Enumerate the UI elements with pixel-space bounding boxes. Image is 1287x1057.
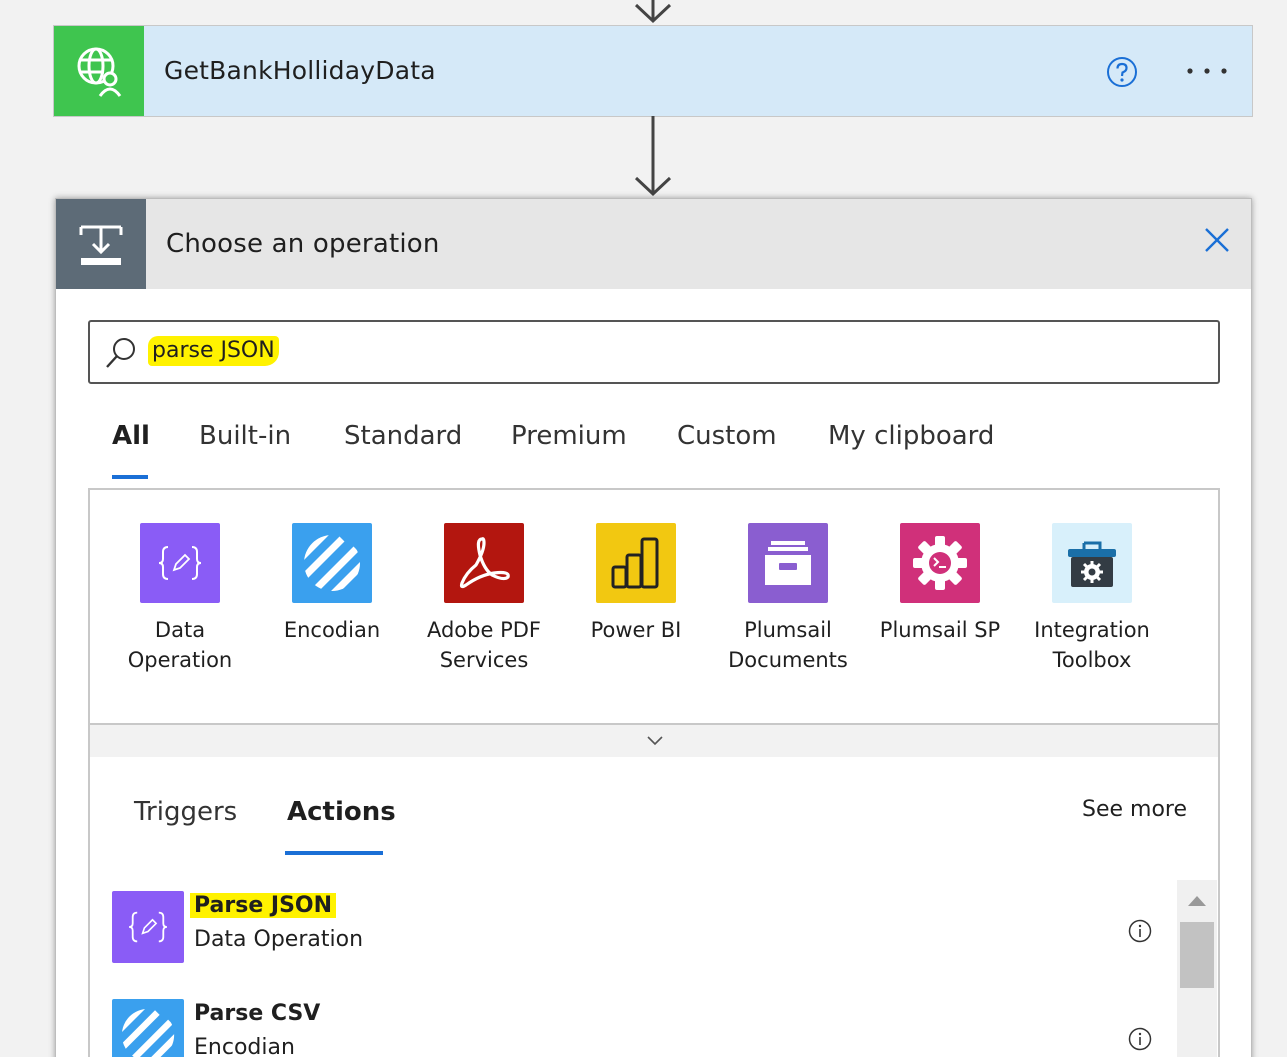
result-title: Parse JSON [190, 893, 337, 918]
bar-chart-icon [596, 523, 676, 603]
connector-label: Plumsail SP [879, 618, 1001, 642]
archive-icon [748, 523, 828, 603]
see-more-link[interactable]: See more [1082, 797, 1187, 822]
operation-header: Choose an operation [56, 199, 1251, 289]
connector-label: Encodian [283, 618, 381, 642]
connector-encodian[interactable]: Encodian [256, 523, 408, 645]
tab-all[interactable]: All [112, 421, 150, 451]
stripes-icon [112, 999, 184, 1057]
chevron-down-icon [647, 736, 663, 746]
connector-data-operation[interactable]: Data Operation [104, 523, 256, 675]
toolbox-gear-icon [1052, 523, 1132, 603]
help-icon[interactable] [1106, 56, 1138, 88]
connector-label: Operation [127, 648, 233, 672]
result-parse-csv[interactable]: Parse CSV Encodian [112, 999, 1152, 1057]
tab-custom[interactable]: Custom [677, 421, 777, 451]
connector-power-bi[interactable]: Power BI [560, 523, 712, 645]
result-parse-json[interactable]: Parse JSON Data Operation [112, 891, 1152, 965]
tab-premium[interactable]: Premium [511, 421, 627, 451]
search-input[interactable]: parse JSON [88, 320, 1220, 384]
connector-label: Plumsail [744, 618, 832, 642]
globe-user-icon [54, 26, 144, 116]
flow-arrow-middle [634, 116, 672, 197]
result-title: Parse CSV [194, 1001, 321, 1026]
step-card[interactable]: GetBankHollidayData [53, 25, 1253, 117]
operation-title: Choose an operation [166, 229, 440, 259]
result-subtitle: Encodian [194, 1035, 295, 1057]
result-subtitle: Data Operation [194, 927, 364, 952]
connector-plumsail-sp[interactable]: Plumsail SP [864, 523, 1016, 645]
search-value[interactable]: parse JSON [148, 336, 279, 366]
close-icon[interactable] [1203, 226, 1231, 254]
more-options-icon[interactable] [1182, 59, 1232, 83]
adobe-acrobat-icon [444, 523, 524, 603]
scroll-thumb[interactable] [1180, 922, 1214, 988]
scroll-up-icon[interactable] [1187, 894, 1207, 908]
tab-standard[interactable]: Standard [344, 421, 462, 451]
connector-plumsail-documents[interactable]: Plumsail Documents [712, 523, 864, 675]
connector-label: Power BI [590, 618, 682, 642]
info-icon[interactable] [1128, 919, 1152, 943]
connector-grid: Data Operation Encodian Adobe PDF Servic… [88, 488, 1220, 725]
tab-my-clipboard[interactable]: My clipboard [828, 421, 994, 451]
braces-icon [140, 523, 220, 603]
braces-icon [112, 891, 184, 963]
expand-connectors-button[interactable] [88, 723, 1220, 759]
connector-label: Services [439, 648, 529, 672]
active-tab-indicator [285, 851, 383, 855]
connector-adobe-pdf-services[interactable]: Adobe PDF Services [408, 523, 560, 675]
connector-label: Integration [1034, 618, 1150, 642]
info-icon[interactable] [1128, 1027, 1152, 1051]
operation-icon [56, 199, 146, 289]
tab-actions[interactable]: Actions [287, 797, 396, 827]
connector-label: Data [154, 618, 206, 642]
stripes-icon [292, 523, 372, 603]
gear-terminal-icon [900, 523, 980, 603]
flow-arrow-top [634, 0, 672, 24]
active-tab-indicator [112, 475, 148, 479]
results-section: Triggers Actions See more Parse JSON Dat… [88, 757, 1220, 1057]
search-icon [106, 338, 135, 368]
tab-triggers[interactable]: Triggers [134, 797, 237, 827]
connector-integration-toolbox[interactable]: Integration Toolbox [1016, 523, 1168, 675]
connector-label: Toolbox [1052, 648, 1132, 672]
step-title[interactable]: GetBankHollidayData [164, 56, 436, 85]
results-scrollbar[interactable] [1177, 880, 1217, 1057]
connector-label: Adobe PDF [426, 618, 541, 642]
choose-operation-panel: Choose an operation parse JSON All Built… [55, 198, 1252, 1057]
connector-label: Documents [728, 648, 848, 672]
tab-built-in[interactable]: Built-in [199, 421, 291, 451]
